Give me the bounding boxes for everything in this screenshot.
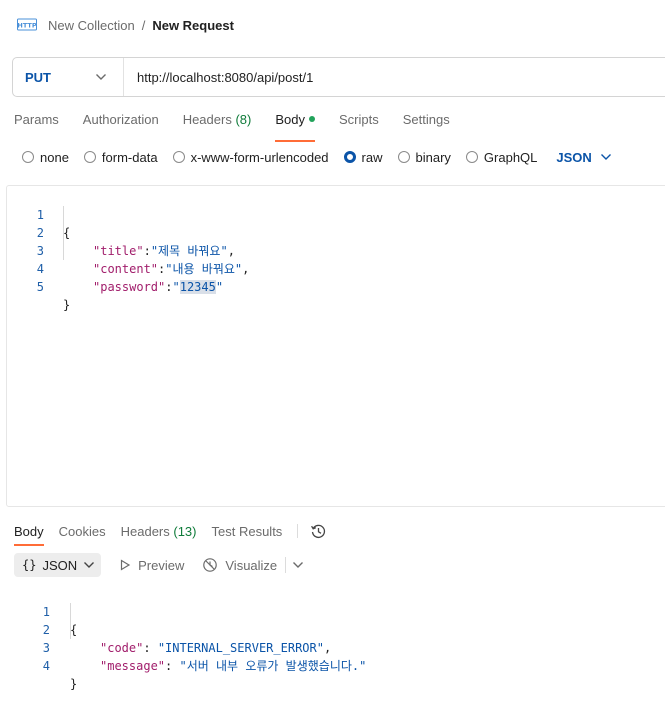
body-status-dot xyxy=(308,116,315,122)
radio-none-label: none xyxy=(40,149,69,165)
radio-form-data-label: form-data xyxy=(101,149,158,165)
radio-urlencoded[interactable] xyxy=(172,151,185,163)
radio-none[interactable] xyxy=(22,151,34,163)
http-request-icon: HTTP xyxy=(17,18,37,31)
svg-text:HTTP: HTTP xyxy=(17,22,36,30)
response-format-label: JSON xyxy=(42,557,78,573)
code-line: 3 "content":"내용 바꿔요", xyxy=(7,224,665,276)
tab-authorization[interactable]: Authorization xyxy=(83,112,159,134)
json-entry: "password":"12345" xyxy=(93,280,224,294)
headers-count-badge: (8) xyxy=(235,112,252,127)
body-type-graphql[interactable]: GraphQL xyxy=(465,149,538,165)
response-tab-headers[interactable]: Headers (13) xyxy=(121,524,197,539)
language-select[interactable]: JSON xyxy=(556,150,611,165)
response-body-viewer[interactable]: 1 { 2 "code": "INTERNAL_SERVER_ERROR", 3… xyxy=(0,585,665,691)
request-code: 1 { 2 "title":"제목 바꿔요", 3 "content":"내용 … xyxy=(7,188,665,312)
braces-icon: {} xyxy=(22,558,37,572)
chevron-down-icon xyxy=(96,74,106,80)
preview-label: Preview xyxy=(138,557,185,573)
url-bar: PUT xyxy=(12,57,665,97)
response-tab-test-results[interactable]: Test Results xyxy=(212,524,283,539)
code-line: 2 "code": "INTERNAL_SERVER_ERROR", xyxy=(0,603,665,655)
code-line: 2 "title":"제목 바꿔요", xyxy=(7,206,665,258)
code-line: 5 } xyxy=(7,260,665,312)
code-line: 1 { xyxy=(0,585,665,637)
json-entry: "message": "서버 내부 오류가 발생했습니다." xyxy=(100,659,367,673)
body-type-none[interactable]: none xyxy=(22,150,69,165)
radio-binary[interactable] xyxy=(397,151,410,163)
visualize-button[interactable]: Visualize xyxy=(202,557,277,573)
method-label: PUT xyxy=(25,69,51,85)
preview-button[interactable]: Preview xyxy=(119,558,184,573)
divider xyxy=(285,557,287,573)
response-tab-body[interactable]: Body xyxy=(14,524,44,546)
response-tabs: Body Cookies Headers (13) Test Results xyxy=(14,521,327,546)
json-close-brace: } xyxy=(70,677,78,691)
tab-headers[interactable]: Headers (8) xyxy=(183,112,252,134)
radio-raw-label: raw xyxy=(361,149,383,165)
response-headers-count: (13) xyxy=(173,523,197,539)
radio-raw[interactable] xyxy=(343,151,356,163)
radio-binary-label: binary xyxy=(415,149,451,165)
breadcrumb: HTTP New Collection / New Request xyxy=(0,0,665,50)
code-line: 4 "password":"12345" xyxy=(7,242,665,294)
radio-urlencoded-label: x-www-form-urlencoded xyxy=(190,149,329,165)
body-type-form-data[interactable]: form-data xyxy=(83,149,158,165)
divider xyxy=(297,524,299,538)
request-body-editor[interactable]: 1 { 2 "title":"제목 바꿔요", 3 "content":"내용 … xyxy=(6,185,665,507)
radio-graphql[interactable] xyxy=(465,151,478,163)
line-number: 5 xyxy=(36,280,44,294)
chevron-down-icon[interactable] xyxy=(292,561,304,569)
code-line: 3 "message": "서버 내부 오류가 발생했습니다." xyxy=(0,621,665,673)
body-type-urlencoded[interactable]: x-www-form-urlencoded xyxy=(172,149,329,165)
visualize-icon xyxy=(203,558,218,572)
request-title[interactable]: New Request xyxy=(152,18,234,33)
body-type-raw[interactable]: raw xyxy=(343,149,383,165)
visualize-label: Visualize xyxy=(225,557,278,573)
json-value-selected: 12345 xyxy=(179,280,216,294)
response-format-select[interactable]: {} JSON xyxy=(14,553,102,577)
request-tabs: Params Authorization Headers (8) Body Sc… xyxy=(14,112,474,142)
body-type-selector: none form-data x-www-form-urlencoded raw… xyxy=(22,149,612,165)
body-type-binary[interactable]: binary xyxy=(397,149,451,165)
json-key: "password" xyxy=(93,280,166,294)
code-line: 4 } xyxy=(0,639,665,691)
play-icon xyxy=(121,559,131,571)
breadcrumb-collection[interactable]: New Collection xyxy=(48,18,135,33)
json-close-brace: } xyxy=(63,298,71,312)
chevron-down-icon xyxy=(84,562,95,568)
json-key: "message" xyxy=(100,659,166,673)
tab-body[interactable]: Body xyxy=(275,112,315,142)
url-input[interactable] xyxy=(137,69,637,85)
chevron-down-icon xyxy=(600,154,611,160)
tab-settings[interactable]: Settings xyxy=(403,112,450,134)
tab-scripts[interactable]: Scripts xyxy=(339,112,379,134)
language-label: JSON xyxy=(556,149,592,165)
radio-graphql-label: GraphQL xyxy=(483,149,538,165)
radio-form-data[interactable] xyxy=(83,151,96,163)
tab-body-label: Body xyxy=(275,112,305,127)
json-value: "서버 내부 오류가 발생했습니다." xyxy=(179,659,367,673)
method-select[interactable]: PUT xyxy=(13,58,124,96)
tab-headers-label: Headers xyxy=(182,112,232,127)
response-tab-headers-label: Headers xyxy=(120,523,170,539)
response-tab-cookies[interactable]: Cookies xyxy=(59,524,106,539)
breadcrumb-separator: / xyxy=(141,17,146,33)
history-icon[interactable] xyxy=(310,523,327,540)
code-line: 1 { xyxy=(7,188,665,240)
response-toolbar: {} JSON Preview Visualize xyxy=(14,553,304,577)
tab-params[interactable]: Params xyxy=(14,112,59,134)
line-number: 4 xyxy=(42,659,50,673)
